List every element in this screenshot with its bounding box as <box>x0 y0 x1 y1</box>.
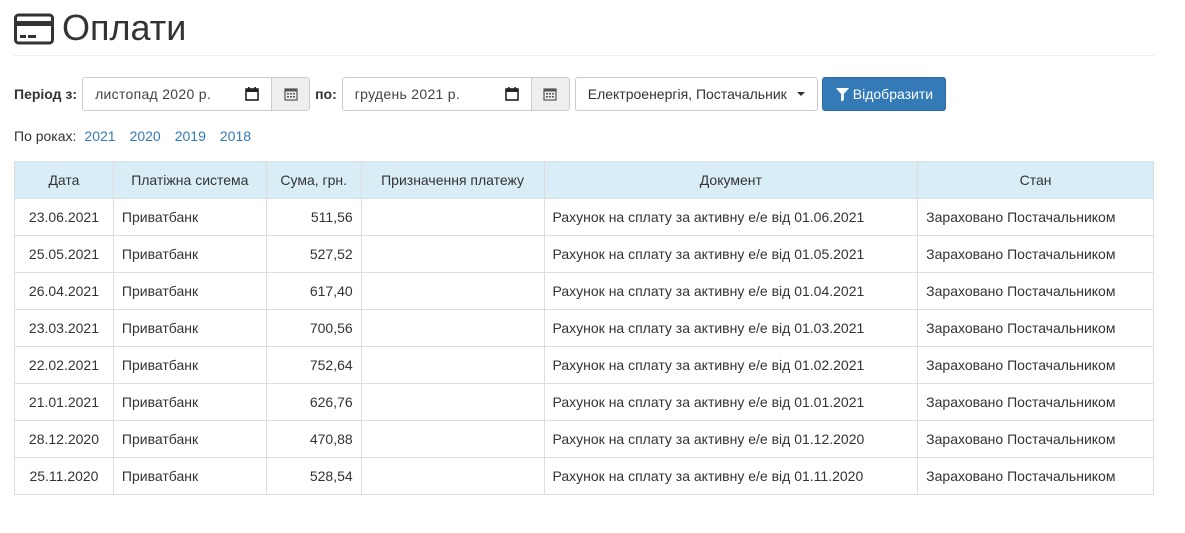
cell-document: Рахунок на сплату за активну е/е від 01.… <box>543 235 919 273</box>
period-from-addon[interactable] <box>271 78 310 110</box>
cell-payment-system: Приватбанк <box>112 457 267 495</box>
column-header-date: Дата <box>14 161 114 199</box>
cell-payment-system: Приватбанк <box>112 309 267 347</box>
cell-purpose <box>360 383 545 421</box>
years-label: По роках: <box>14 128 77 144</box>
cell-status: Зараховано Постачальником <box>917 457 1154 495</box>
cell-document: Рахунок на сплату за активну е/е від 01.… <box>543 198 919 236</box>
table-row: 23.03.2021 Приватбанк 700,56 Рахунок на спл… <box>14 309 1154 347</box>
cell-date: 26.04.2021 <box>14 272 114 310</box>
cell-document: Рахунок на сплату за активну е/е від 01.… <box>543 346 919 384</box>
cell-document: Рахунок на сплату за активну е/е від 01.… <box>543 272 919 310</box>
cell-date: 23.06.2021 <box>14 198 114 236</box>
cell-purpose <box>360 309 545 347</box>
cell-status: Зараховано Постачальником <box>917 198 1154 236</box>
table-row: 25.05.2021 Приватбанк 527,52 Рахунок на спл… <box>14 235 1154 273</box>
cell-sum: 617,40 <box>265 272 362 310</box>
table-row: 23.06.2021 Приватбанк 511,56 Рахунок на спл… <box>14 198 1154 236</box>
cell-date: 28.12.2020 <box>14 420 114 458</box>
service-select[interactable]: Електроенергія, Постачальник <box>574 77 818 111</box>
calendar-icon[interactable] <box>504 87 519 101</box>
cell-document: Рахунок на сплату за активну е/е від 01.… <box>543 383 919 421</box>
cell-payment-system: Приватбанк <box>112 235 267 273</box>
cell-purpose <box>360 272 545 310</box>
cell-document: Рахунок на сплату за активну е/е від 01.… <box>543 457 919 495</box>
cell-purpose <box>360 457 545 495</box>
period-from-value: листопад 2020 р. <box>95 86 212 102</box>
period-to-input[interactable]: грудень 2021 р. <box>342 78 531 110</box>
cell-status: Зараховано Постачальником <box>917 309 1154 347</box>
show-button-label: Відобразити <box>852 86 934 102</box>
table-row: 28.12.2020 Приватбанк 470,88 Рахунок на спл… <box>14 420 1154 458</box>
filter-icon <box>835 87 849 102</box>
cell-sum: 700,56 <box>265 309 362 347</box>
table-row: 25.11.2020 Приватбанк 528,54 Рахунок на спл… <box>14 457 1154 495</box>
column-header-status: Стан <box>917 161 1154 199</box>
caret-down-icon <box>796 92 805 96</box>
show-button[interactable]: Відобразити <box>821 77 947 111</box>
table-header-row: Дата Платіжна система Сума, грн. Признач… <box>14 161 1154 199</box>
year-link-2020[interactable]: 2020 <box>130 128 161 144</box>
cell-purpose <box>360 346 545 384</box>
cell-sum: 511,56 <box>265 198 362 236</box>
period-from-input[interactable]: листопад 2020 р. <box>83 78 272 110</box>
page-title: Оплати <box>62 6 187 48</box>
period-from-picker: листопад 2020 р. <box>82 77 311 111</box>
year-link-2019[interactable]: 2019 <box>175 128 206 144</box>
cell-status: Зараховано Постачальником <box>917 346 1154 384</box>
cell-purpose <box>360 420 545 458</box>
cell-payment-system: Приватбанк <box>112 346 267 384</box>
year-links: По роках: 2021 2020 2019 2018 <box>14 128 265 144</box>
service-select-value: Електроенергія, Постачальник <box>587 86 787 102</box>
page-header: Оплати <box>14 8 1154 56</box>
year-link-2018[interactable]: 2018 <box>220 128 251 144</box>
column-header-document: Документ <box>543 161 919 199</box>
cell-payment-system: Приватбанк <box>112 198 267 236</box>
column-header-payment-system: Платіжна система <box>112 161 267 199</box>
cell-sum: 626,76 <box>265 383 362 421</box>
payments-page: Оплати Період з: листопад 2020 р. по: гр… <box>0 0 1185 533</box>
cell-status: Зараховано Постачальником <box>917 235 1154 273</box>
period-to-label: по: <box>315 86 337 102</box>
cell-payment-system: Приватбанк <box>112 272 267 310</box>
calendar-grid-icon <box>543 88 557 101</box>
period-from-label: Період з: <box>14 86 78 102</box>
cell-document: Рахунок на сплату за активну е/е від 01.… <box>543 420 919 458</box>
table-row: 21.01.2021 Приватбанк 626,76 Рахунок на спл… <box>14 383 1154 421</box>
cell-date: 25.11.2020 <box>14 457 114 495</box>
cell-date: 21.01.2021 <box>14 383 114 421</box>
cell-date: 22.02.2021 <box>14 346 114 384</box>
table-row: 26.04.2021 Приватбанк 617,40 Рахунок на спл… <box>14 272 1154 310</box>
credit-card-icon <box>14 13 54 44</box>
cell-status: Зараховано Постачальником <box>917 272 1154 310</box>
cell-purpose <box>360 198 545 236</box>
period-to-addon[interactable] <box>530 78 569 110</box>
cell-status: Зараховано Постачальником <box>917 420 1154 458</box>
calendar-grid-icon <box>283 88 298 101</box>
column-header-purpose: Призначення платежу <box>360 161 545 199</box>
table-row: 22.02.2021 Приватбанк 752,64 Рахунок на спл… <box>14 346 1154 384</box>
cell-date: 23.03.2021 <box>14 309 114 347</box>
cell-status: Зараховано Постачальником <box>917 383 1154 421</box>
cell-payment-system: Приватбанк <box>112 383 267 421</box>
period-to-value: грудень 2021 р. <box>354 86 461 102</box>
year-link-2021[interactable]: 2021 <box>84 128 115 144</box>
filter-bar: Період з: листопад 2020 р. по: грудень 2… <box>14 77 947 111</box>
cell-sum: 528,54 <box>265 457 362 495</box>
column-header-sum: Сума, грн. <box>265 161 362 199</box>
cell-date: 25.05.2021 <box>14 235 114 273</box>
calendar-icon[interactable] <box>245 87 259 101</box>
cell-sum: 470,88 <box>265 420 362 458</box>
period-to-picker: грудень 2021 р. <box>341 77 570 111</box>
cell-sum: 527,52 <box>265 235 362 273</box>
cell-payment-system: Приватбанк <box>112 420 267 458</box>
cell-document: Рахунок на сплату за активну е/е від 01.… <box>543 309 919 347</box>
cell-sum: 752,64 <box>265 346 362 384</box>
payments-table: Дата Платіжна система Сума, грн. Признач… <box>14 161 1154 495</box>
cell-purpose <box>360 235 545 273</box>
